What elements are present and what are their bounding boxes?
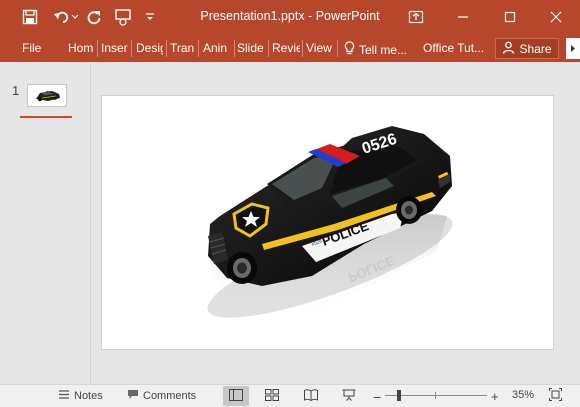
slide-number: 1 — [12, 83, 20, 98]
status-bar: Notes Comments − + 35% — [0, 384, 580, 407]
tab-office-tutorials[interactable]: Office Tut... — [423, 41, 484, 55]
share-label: Share — [519, 41, 552, 56]
slide[interactable]: POLICE 0526 POLICE #526 — [101, 95, 554, 350]
fit-window-icon — [548, 388, 562, 404]
redo-icon[interactable] — [84, 7, 104, 27]
tab-separator — [234, 40, 235, 57]
title-bar: Presentation1.pptx - PowerPoint — [0, 0, 580, 34]
comments-label: Comments — [143, 390, 197, 402]
tell-me-search[interactable]: Tell me... — [344, 41, 407, 58]
normal-view-button[interactable] — [223, 386, 249, 406]
insertion-marker — [20, 116, 72, 118]
slide-sorter-button[interactable] — [259, 386, 285, 406]
slideshow-button[interactable] — [336, 386, 362, 406]
zoom-out-button[interactable]: − — [373, 389, 381, 405]
fit-to-window-button[interactable] — [544, 386, 566, 406]
tell-me-label: Tell me... — [359, 42, 408, 57]
undo-dropdown-icon[interactable] — [70, 7, 80, 27]
tab-animations[interactable]: Anin — [203, 41, 231, 55]
tab-separator — [131, 40, 132, 57]
tab-transitions[interactable]: Tran — [170, 41, 195, 55]
comments-button[interactable]: Comments — [127, 389, 196, 403]
tab-separator — [337, 40, 338, 57]
ribbon-tabs: File Hom Inser Desig Tran Anin Slide Rev… — [0, 34, 580, 62]
maximize-icon[interactable] — [500, 7, 520, 27]
slide-sorter-icon — [265, 388, 279, 404]
normal-view-icon — [229, 388, 243, 404]
tab-view[interactable]: View — [306, 41, 334, 55]
notes-label: Notes — [74, 390, 103, 402]
lightbulb-icon — [344, 41, 355, 58]
notes-button[interactable]: Notes — [58, 389, 103, 403]
tab-home[interactable]: Hom — [68, 41, 94, 55]
tab-separator — [268, 40, 269, 57]
tab-file[interactable]: File — [22, 41, 41, 55]
police-car-image[interactable]: POLICE 0526 POLICE #526 — [102, 96, 553, 349]
zoom-slider-thumb[interactable] — [397, 390, 401, 401]
tab-separator — [97, 40, 98, 57]
reading-view-button[interactable] — [298, 386, 324, 406]
tab-separator — [198, 40, 199, 57]
slideshow-icon — [342, 389, 356, 404]
slide-thumbnail-pane[interactable]: 1 — [0, 62, 91, 384]
comment-icon — [127, 389, 139, 403]
minimize-icon[interactable] — [453, 7, 473, 27]
thumbnail-car-icon — [36, 91, 60, 102]
close-icon[interactable] — [546, 7, 566, 27]
zoom-in-button[interactable]: + — [491, 389, 499, 404]
tab-design[interactable]: Desig — [136, 41, 163, 55]
notes-icon — [58, 389, 70, 403]
undo-icon[interactable] — [52, 7, 72, 27]
share-button[interactable]: Share — [495, 38, 559, 59]
tab-review[interactable]: Revie — [272, 41, 300, 55]
person-icon — [502, 41, 515, 57]
zoom-level[interactable]: 35% — [512, 389, 534, 401]
ribbon-display-icon[interactable] — [406, 7, 426, 27]
tab-slideshow[interactable]: Slide — [237, 41, 265, 55]
tab-separator — [166, 40, 167, 57]
tab-separator — [302, 40, 303, 57]
presenter-icon[interactable] — [114, 7, 134, 27]
slide-thumbnail[interactable] — [27, 84, 67, 107]
reading-view-icon — [304, 388, 318, 404]
ribbon-scroll-right-icon[interactable] — [566, 38, 580, 59]
zoom-slider-midmark — [435, 392, 436, 399]
save-icon[interactable] — [20, 7, 40, 27]
customize-icon[interactable] — [143, 7, 157, 27]
tab-insert[interactable]: Inser — [101, 41, 128, 55]
